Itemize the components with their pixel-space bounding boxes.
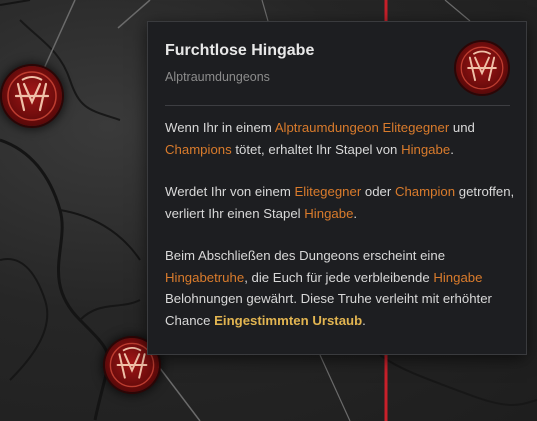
- keyword-highlight: Hingabetruhe: [165, 269, 245, 285]
- keyword-highlight: Hingabe: [433, 269, 483, 285]
- tooltip-description: Wenn Ihr in einem Alptraumdungeon Eliteg…: [165, 117, 515, 352]
- text-segment: Beim Abschließen des Dungeons erscheint …: [165, 248, 446, 263]
- text-segment: Wenn Ihr in einem: [165, 120, 275, 135]
- node-tooltip: Furchtlose Hingabe Alptraumdungeons Wenn…: [147, 21, 527, 355]
- tooltip-divider: [165, 105, 510, 106]
- text-segment: .: [450, 141, 454, 157]
- description-paragraph: Werdet Ihr von einem Elitegegner oder Ch…: [165, 181, 515, 224]
- keyword-highlight: Champions: [165, 141, 232, 157]
- text-segment: oder: [361, 184, 395, 199]
- keyword-highlight: Champion: [394, 184, 456, 199]
- keyword-highlight: Hingabe: [304, 205, 354, 221]
- text-segment: Werdet Ihr von einem: [165, 184, 295, 199]
- tooltip-subtitle: Alptraumdungeons: [165, 70, 270, 84]
- description-paragraph: Wenn Ihr in einem Alptraumdungeon Eliteg…: [165, 117, 515, 160]
- text-segment: .: [353, 205, 358, 221]
- text-segment: tötet, erhaltet Ihr Stapel von: [231, 141, 402, 157]
- keyword-highlight: Hingabe: [401, 141, 451, 157]
- text-segment: .: [362, 312, 366, 328]
- paragon-node-nightmare[interactable]: [2, 66, 62, 126]
- text-segment: und: [449, 120, 475, 135]
- tooltip-node-icon: [456, 42, 508, 94]
- nightmare-sigil-icon: [460, 46, 504, 90]
- keyword-highlight: Elitegegner: [294, 184, 362, 199]
- nightmare-sigil-icon: [7, 71, 57, 121]
- keyword-highlight-gold: Eingestimmten Urstaub: [214, 312, 363, 328]
- description-paragraph: Beim Abschließen des Dungeons erscheint …: [165, 245, 515, 331]
- keyword-highlight: Alptraumdungeon Elitegegner: [274, 120, 450, 135]
- text-segment: , die Euch für jede verbleibende: [244, 269, 434, 285]
- tooltip-title: Furchtlose Hingabe: [165, 42, 315, 59]
